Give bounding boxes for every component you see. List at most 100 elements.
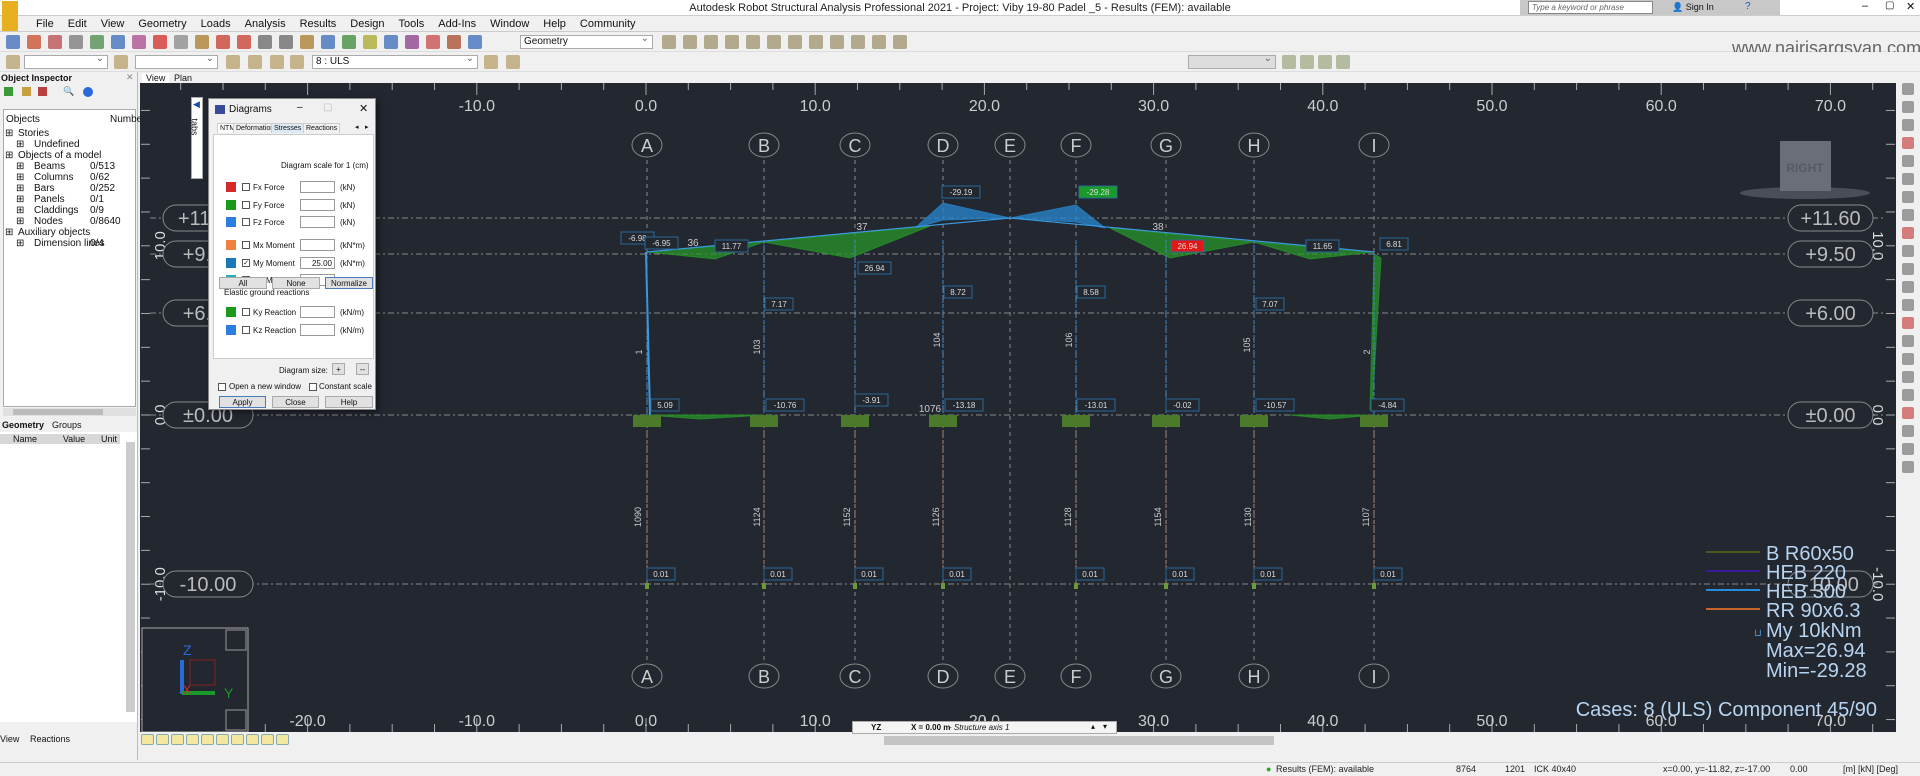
toolbar-tool-icon[interactable]	[279, 35, 293, 49]
help-icon[interactable]	[83, 87, 93, 97]
none-button[interactable]: None	[272, 277, 320, 289]
toolbar-tool-icon[interactable]	[69, 35, 83, 49]
selection-select[interactable]	[24, 53, 108, 69]
tree-expand-toggle[interactable]: ⊞	[16, 238, 24, 249]
toolbar-tool-icon[interactable]	[174, 35, 188, 49]
view-tool-icon[interactable]	[201, 734, 214, 745]
toolbar-tool-icon[interactable]	[447, 35, 461, 49]
menu-analysis[interactable]: Analysis	[245, 18, 286, 30]
menu-results[interactable]: Results	[300, 18, 337, 30]
toolbar-tool-icon[interactable]	[809, 35, 823, 49]
view-tool-icon[interactable]	[261, 734, 274, 745]
constant-scale-checkbox[interactable]	[309, 383, 317, 391]
view-tool-icon[interactable]	[156, 734, 169, 745]
toolbar-tool-icon[interactable]	[830, 35, 844, 49]
diagram-scale-input[interactable]	[300, 324, 335, 336]
toolbar-tool-icon[interactable]	[683, 35, 697, 49]
toolbar-tool-icon[interactable]	[48, 35, 62, 49]
node-support-icon[interactable]	[941, 583, 945, 589]
support-icon[interactable]	[1062, 415, 1090, 427]
toolbar-tool-icon[interactable]	[788, 35, 802, 49]
toolbar-tool-icon[interactable]	[484, 55, 498, 69]
structure-tool-icon[interactable]	[1902, 317, 1914, 329]
menu-tools[interactable]: Tools	[399, 18, 425, 30]
toolbar-tool-icon[interactable]	[226, 55, 240, 69]
support-icon[interactable]	[1360, 415, 1388, 427]
diagram-checkbox[interactable]	[242, 218, 250, 226]
structure-tool-icon[interactable]	[1902, 191, 1914, 203]
tree-expand-toggle[interactable]: ⊞	[16, 172, 24, 183]
toolbar-tool-icon[interactable]	[132, 35, 146, 49]
toolbar-tool-icon[interactable]	[342, 35, 356, 49]
toolbar-tool-icon[interactable]	[270, 55, 284, 69]
sign-in-button[interactable]: 👤 Sign In	[1672, 2, 1714, 13]
node-support-icon[interactable]	[1372, 583, 1376, 589]
toolbar-tool-icon[interactable]	[426, 35, 440, 49]
dialog-maximize-button[interactable]: ▢	[323, 102, 332, 113]
tree-expand-toggle[interactable]: ⊞	[5, 227, 13, 238]
help-button[interactable]: Help	[325, 396, 373, 408]
view-select[interactable]: Geometry	[520, 33, 653, 49]
structure-tool-icon[interactable]	[1902, 389, 1914, 401]
close-panel-icon[interactable]: ✕	[126, 72, 134, 83]
apply-button[interactable]: Apply	[219, 396, 266, 408]
tree-item-label[interactable]: Claddings	[34, 205, 78, 216]
tab-reactions[interactable]: Reactions	[303, 123, 341, 133]
view-tool-icon[interactable]	[276, 734, 289, 745]
side-tabs-toggle[interactable]: ◀ tabs	[190, 97, 203, 179]
load-case-select[interactable]: 8 : ULS	[312, 53, 478, 69]
section-selector[interactable]: YZ X = 0.00 m - Structure axis 1 ▴ ▾	[852, 721, 1117, 734]
dialog-minimize-button[interactable]: –	[297, 102, 303, 113]
view-tool-icon[interactable]	[216, 734, 229, 745]
diagram-scale-input[interactable]	[300, 239, 335, 251]
structure-tool-icon[interactable]	[1902, 101, 1914, 113]
diagram-scale-input[interactable]	[300, 306, 335, 318]
story-tool-icon[interactable]	[1318, 55, 1332, 69]
toolbar-tool-icon[interactable]	[237, 35, 251, 49]
tree-item-label[interactable]: Columns	[34, 172, 73, 183]
toolbar-tool-icon[interactable]	[384, 35, 398, 49]
structure-tool-icon[interactable]	[1902, 263, 1914, 275]
view-tool-icon[interactable]	[186, 734, 199, 745]
tree-item-label[interactable]: Beams	[34, 161, 65, 172]
tree-item-label[interactable]: Bars	[34, 183, 55, 194]
toolbar-tool-icon[interactable]	[851, 35, 865, 49]
app-logo-icon[interactable]	[2, 1, 18, 31]
tree-item-label[interactable]: Nodes	[34, 216, 63, 227]
diagram-scale-input[interactable]	[300, 216, 335, 228]
tree-expand-toggle[interactable]: ⊞	[16, 139, 24, 150]
view-tool-icon[interactable]	[231, 734, 244, 745]
tab-plan[interactable]: Plan	[170, 73, 196, 83]
tree-item-label[interactable]: Undefined	[34, 139, 80, 150]
view-tool-icon[interactable]	[141, 734, 154, 745]
support-icon[interactable]	[841, 415, 869, 427]
tree-expand-toggle[interactable]: ⊞	[5, 150, 13, 161]
color-swatch[interactable]	[226, 307, 236, 317]
clear-filter-icon[interactable]	[38, 87, 47, 96]
structure-tool-icon[interactable]	[1902, 407, 1914, 419]
story-tool-icon[interactable]	[1282, 55, 1296, 69]
color-swatch[interactable]	[226, 325, 236, 335]
node-support-icon[interactable]	[762, 583, 766, 589]
diagram-scale-input[interactable]: 25.00	[300, 257, 335, 269]
toolbar-tool-icon[interactable]	[153, 35, 167, 49]
structure-viewport[interactable]: -10.0 0.0 10.0 20.0 30.0 40.0 50.0 60.0 70.0 -20.…	[140, 83, 1896, 733]
tree-expand-toggle[interactable]: ⊞	[16, 161, 24, 172]
help-icon[interactable]: ?	[1745, 1, 1751, 12]
diagram-checkbox[interactable]	[242, 326, 250, 334]
structure-tool-icon[interactable]	[1902, 209, 1914, 221]
toolbar-tool-icon[interactable]	[321, 35, 335, 49]
structure-tool-icon[interactable]	[1902, 371, 1914, 383]
maximize-button[interactable]: ▢	[1885, 0, 1894, 11]
support-icon[interactable]	[633, 415, 661, 427]
story-tool-icon[interactable]	[1300, 55, 1314, 69]
menu-community[interactable]: Community	[580, 18, 636, 30]
tree-expand-toggle[interactable]: ⊞	[16, 216, 24, 227]
toolbar-tool-icon[interactable]	[6, 35, 20, 49]
help-search-input[interactable]: Type a keyword or phrase	[1528, 1, 1653, 14]
diagram-checkbox[interactable]: ✓	[242, 259, 250, 267]
tab-geometry[interactable]: Geometry	[2, 420, 44, 430]
toolbar-tool-icon[interactable]	[258, 35, 272, 49]
structure-tool-icon[interactable]	[1902, 119, 1914, 131]
menu-help[interactable]: Help	[543, 18, 566, 30]
